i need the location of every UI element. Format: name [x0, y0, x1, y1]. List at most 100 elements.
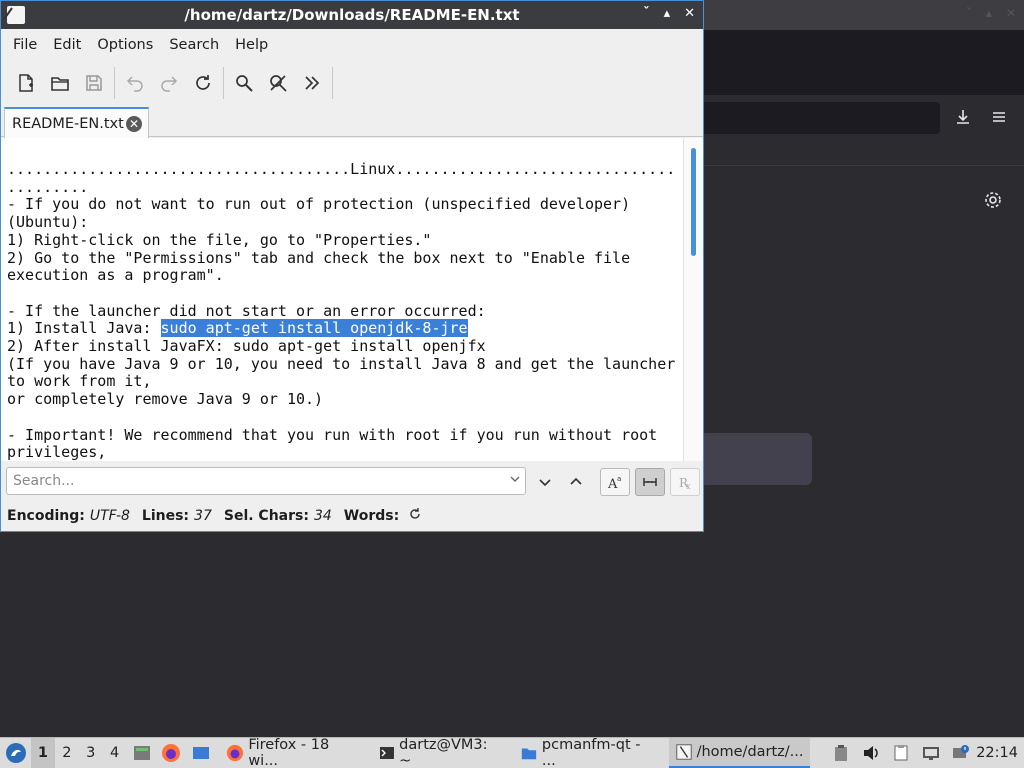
new-document-icon[interactable]	[9, 66, 43, 100]
gear-icon[interactable]	[983, 190, 1003, 214]
clock[interactable]: 22:14	[976, 745, 1018, 761]
close-tab-icon[interactable]: ✕	[126, 116, 142, 132]
start-menu-icon[interactable]	[4, 741, 28, 765]
notes-icon[interactable]	[889, 741, 913, 765]
vertical-scrollbar[interactable]	[683, 138, 703, 461]
editor-line: to work from it,	[7, 372, 152, 391]
background-divider	[700, 140, 1024, 166]
network-icon[interactable]	[919, 741, 943, 765]
search-bar: Aa Rx	[1, 463, 703, 499]
reload-icon[interactable]	[186, 66, 220, 100]
more-icon[interactable]	[295, 66, 329, 100]
find-next-button[interactable]	[530, 468, 560, 496]
refresh-word-count-icon[interactable]	[408, 507, 422, 525]
firefox-icon	[227, 744, 244, 762]
menubar: File Edit Options Search Help	[1, 30, 703, 60]
tab-bar: README-EN.txt ✕	[1, 105, 703, 138]
clipboard-icon[interactable]	[830, 741, 854, 765]
taskbar: 1 2 3 4 Firefox - 18 wi... dartz@VM3: ~ …	[0, 737, 1024, 768]
find-replace-icon[interactable]	[261, 66, 295, 100]
task-featherpad[interactable]: /home/dartz/...	[668, 738, 810, 768]
menu-search[interactable]: Search	[161, 37, 227, 53]
text-editor-icon	[675, 744, 692, 760]
firefox-launcher-icon[interactable]	[160, 741, 184, 765]
menu-help[interactable]: Help	[227, 37, 276, 53]
terminal-icon	[380, 747, 395, 759]
close-icon[interactable]: ✕	[1006, 6, 1016, 20]
find-icon[interactable]	[227, 66, 261, 100]
regex-button[interactable]: Rx	[670, 468, 700, 496]
editor-line: 1) Right-click on the file, go to "Prope…	[7, 230, 432, 249]
task-label: Firefox - 18 wi...	[248, 737, 330, 768]
save-icon[interactable]	[77, 66, 111, 100]
editor-line: - If the launcher did not start or an er…	[7, 301, 486, 320]
status-bar: Encoding: UTF-8 Lines: 37 Sel. Chars: 34…	[1, 503, 703, 529]
text-editor-window: /home/dartz/Downloads/README-EN.txt ˇ ▴ …	[0, 0, 704, 532]
find-previous-button[interactable]	[561, 468, 591, 496]
window-titlebar[interactable]: /home/dartz/Downloads/README-EN.txt ˇ ▴ …	[1, 1, 703, 29]
workspace-4[interactable]: 4	[103, 745, 127, 761]
sel-chars-value: 34	[313, 508, 332, 524]
task-label: dartz@VM3: ~	[399, 737, 488, 768]
open-folder-icon[interactable]	[43, 66, 77, 100]
toolbar-separator	[332, 67, 333, 99]
task-terminal[interactable]: dartz@VM3: ~	[373, 737, 510, 768]
task-label: /home/dartz/...	[696, 744, 804, 760]
task-pcmanfm[interactable]: pcmanfm-qt - ...	[514, 737, 665, 768]
encoding-value: UTF-8	[89, 508, 130, 524]
menu-edit[interactable]: Edit	[45, 37, 89, 53]
editor-line: .........	[7, 177, 89, 196]
redo-icon[interactable]	[152, 66, 186, 100]
words-label: Words:	[343, 508, 400, 524]
workspace-1[interactable]: 1	[30, 738, 55, 768]
folder-icon	[521, 748, 537, 760]
workspace-3[interactable]: 3	[79, 745, 103, 761]
minimize-icon[interactable]: ˇ	[966, 6, 972, 20]
undo-icon[interactable]	[118, 66, 152, 100]
editor-text: ......................................Li…	[7, 160, 676, 461]
editor-line: ......................................Li…	[7, 160, 676, 178]
menu-options[interactable]: Options	[89, 37, 161, 53]
maximize-button[interactable]: ▴	[664, 6, 671, 21]
sel-chars-label: Sel. Chars:	[223, 508, 309, 524]
tab-readme[interactable]: README-EN.txt ✕	[4, 107, 149, 138]
background-card	[700, 433, 812, 485]
selected-text: sudo apt-get install openjdk-8-jre	[160, 319, 468, 338]
match-case-button[interactable]: Aa	[600, 468, 630, 496]
lines-value: 37	[194, 508, 212, 524]
background-window-controls: ˇ ▴ ✕	[966, 6, 1016, 20]
editor-line: privileges,	[7, 443, 107, 461]
update-notifier-icon[interactable]	[949, 741, 973, 765]
download-icon[interactable]	[954, 108, 972, 130]
close-button[interactable]: ✕	[684, 6, 695, 21]
chevron-down-icon[interactable]	[509, 473, 521, 488]
svg-text:x: x	[686, 482, 691, 491]
editor-line-prefix: 1) Install Java:	[7, 319, 161, 338]
background-url-bar[interactable]	[700, 102, 940, 134]
file-manager-launcher-icon[interactable]	[130, 741, 154, 765]
editor-line-selected: 1) Install Java: sudo apt-get install op…	[7, 319, 675, 338]
window-title: /home/dartz/Downloads/README-EN.txt	[184, 6, 520, 24]
volume-icon[interactable]	[859, 741, 883, 765]
editor-line: 2) Go to the "Permissions" tab and check…	[7, 248, 631, 267]
minimize-button[interactable]: ˇ	[643, 6, 650, 21]
task-firefox[interactable]: Firefox - 18 wi...	[220, 737, 369, 768]
svg-text:a: a	[617, 475, 621, 483]
scrollbar-thumb[interactable]	[691, 148, 696, 256]
show-desktop-icon[interactable]	[189, 741, 213, 765]
toolbar	[1, 63, 703, 103]
editor-line: - If you do not want to run out of prote…	[7, 195, 631, 214]
search-input[interactable]	[6, 467, 526, 495]
text-editor-area[interactable]: ......................................Li…	[1, 138, 703, 461]
tab-label: README-EN.txt	[12, 115, 124, 132]
restore-icon[interactable]: ▴	[986, 6, 992, 20]
editor-line: (If you have Java 9 or 10, you need to i…	[7, 354, 676, 373]
toolbar-separator	[223, 67, 224, 99]
editor-line: execution as a program".	[7, 266, 224, 285]
whole-word-button[interactable]	[635, 468, 665, 496]
hamburger-menu-icon[interactable]	[990, 108, 1008, 130]
workspace-2[interactable]: 2	[55, 745, 79, 761]
editor-line: (Ubuntu):	[7, 213, 89, 232]
menu-file[interactable]: File	[5, 37, 45, 53]
